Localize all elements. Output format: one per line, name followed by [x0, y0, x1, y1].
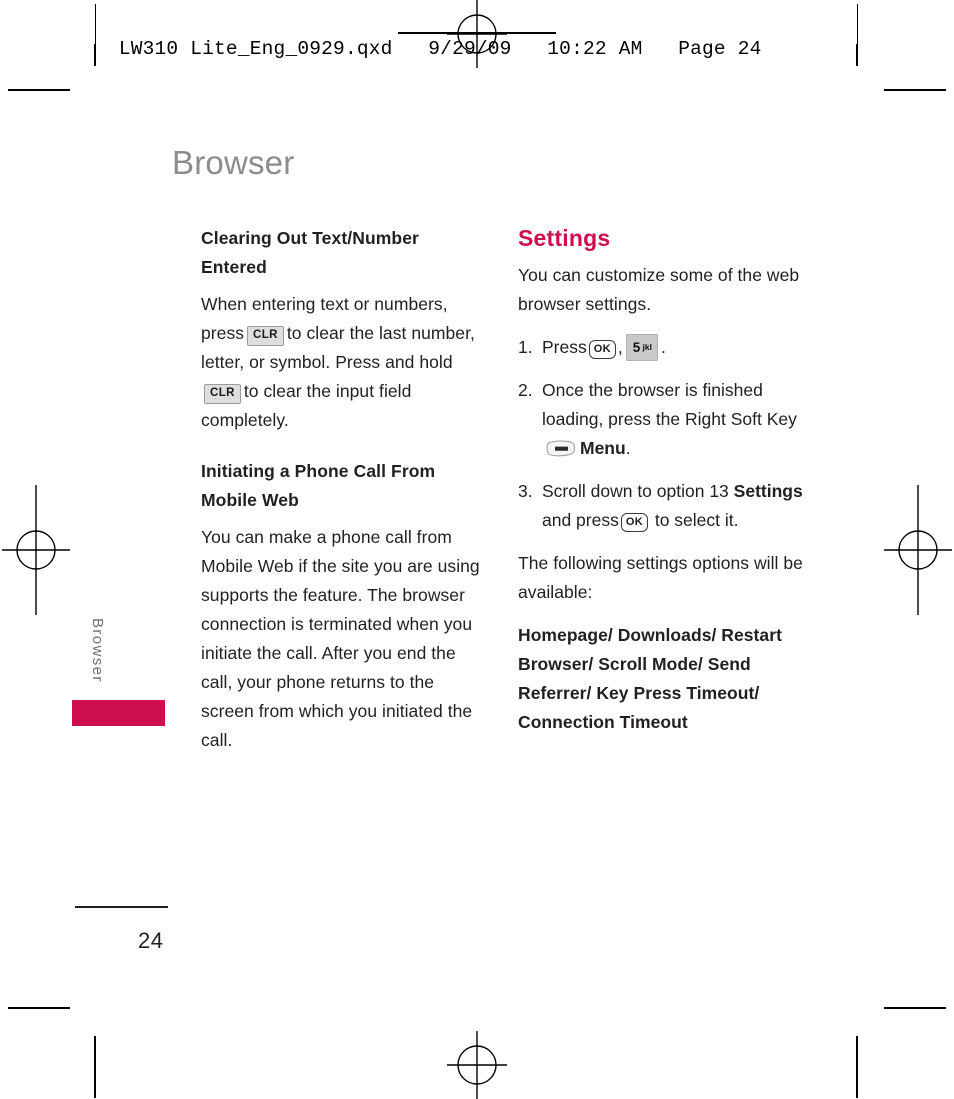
- number-key-5: 5 jkl: [625, 334, 658, 361]
- step-3-text-after: to select it.: [654, 510, 739, 530]
- step-2-text-after: .: [625, 438, 631, 458]
- ok-key-1: OK: [588, 340, 616, 359]
- registration-mark-top: [447, 0, 507, 68]
- section-heading-initiating-phone-call: Initiating a Phone Call From Mobile Web: [201, 461, 436, 510]
- footer-rule: [75, 906, 168, 908]
- right-column: Settings You can customize some of the w…: [518, 224, 806, 755]
- step-2-text-before: Once the browser is finished loading, pr…: [542, 380, 797, 429]
- crop-mark-bottom-right-v: [856, 1036, 858, 1098]
- crop-mark-top-left-h: [8, 89, 70, 91]
- step-2-bold-text: Menu: [580, 438, 626, 458]
- page-number: 24: [138, 928, 164, 953]
- paragraph-settings-outro: The following settings options will be a…: [518, 553, 803, 602]
- number-key-digit: 5: [632, 340, 641, 355]
- registration-mark-bottom: [447, 1031, 507, 1099]
- paragraph-initiating-phone-call: You can make a phone call from Mobile We…: [201, 527, 480, 750]
- section-heading-clearing-out-text: Clearing Out Text/Number Entered: [201, 228, 419, 277]
- clr-key-2: CLR: [204, 384, 241, 404]
- step-item-3: 3. Scroll down to option 13 Settings and …: [518, 477, 806, 535]
- settings-steps-list: 1. Press OK, 5 jkl. 2. Once the browser is fi…: [518, 333, 806, 535]
- step-3-text-mid: and press: [542, 510, 619, 530]
- print-header-text: LW310 Lite_Eng_0929.qxd 9/29/09 10:22 AM…: [118, 38, 762, 60]
- step-number-2: 2.: [518, 380, 533, 400]
- crop-mark-bottom-left-h: [8, 1007, 70, 1009]
- step-item-2: 2. Once the browser is finished loading, …: [518, 376, 806, 463]
- soft-key-icon: [546, 440, 576, 457]
- section-heading-settings: Settings: [518, 225, 611, 251]
- registration-mark-left: [2, 485, 70, 615]
- step-number-3: 3.: [518, 481, 533, 501]
- crop-mark-top-right-v: [856, 44, 858, 66]
- step-number-1: 1.: [518, 337, 533, 357]
- step-1-text-before: Press: [542, 337, 587, 357]
- paragraph-clearing-out-text: When entering text or numbers, press CLR t…: [201, 290, 489, 435]
- step-3-bold-text: Settings: [733, 481, 803, 501]
- step-item-1: 1. Press OK, 5 jkl.: [518, 333, 806, 362]
- number-key-letters: jkl: [642, 342, 652, 352]
- registration-mark-right: [884, 485, 952, 615]
- side-tab-bar: [72, 700, 165, 726]
- page-title: Browser: [172, 144, 295, 181]
- clr-key-1: CLR: [247, 326, 284, 346]
- step-1-text-after: .: [660, 337, 666, 357]
- step-1-separator: ,: [617, 337, 623, 357]
- crop-mark-bottom-left-v: [94, 1036, 96, 1098]
- step-3-text-before: Scroll down to option 13: [542, 481, 729, 501]
- ok-key-2: OK: [620, 513, 648, 532]
- paragraph-settings-intro: You can customize some of the web browse…: [518, 265, 800, 314]
- crop-mark-bottom-right-h: [884, 1007, 946, 1009]
- crop-mark-top-left-v: [94, 44, 96, 66]
- paragraph-settings-options: Homepage/ Downloads/ Restart Browser/ Sc…: [518, 625, 782, 732]
- crop-mark-top-right-h: [884, 89, 946, 91]
- left-column: Clearing Out Text/Number Entered When en…: [201, 224, 489, 773]
